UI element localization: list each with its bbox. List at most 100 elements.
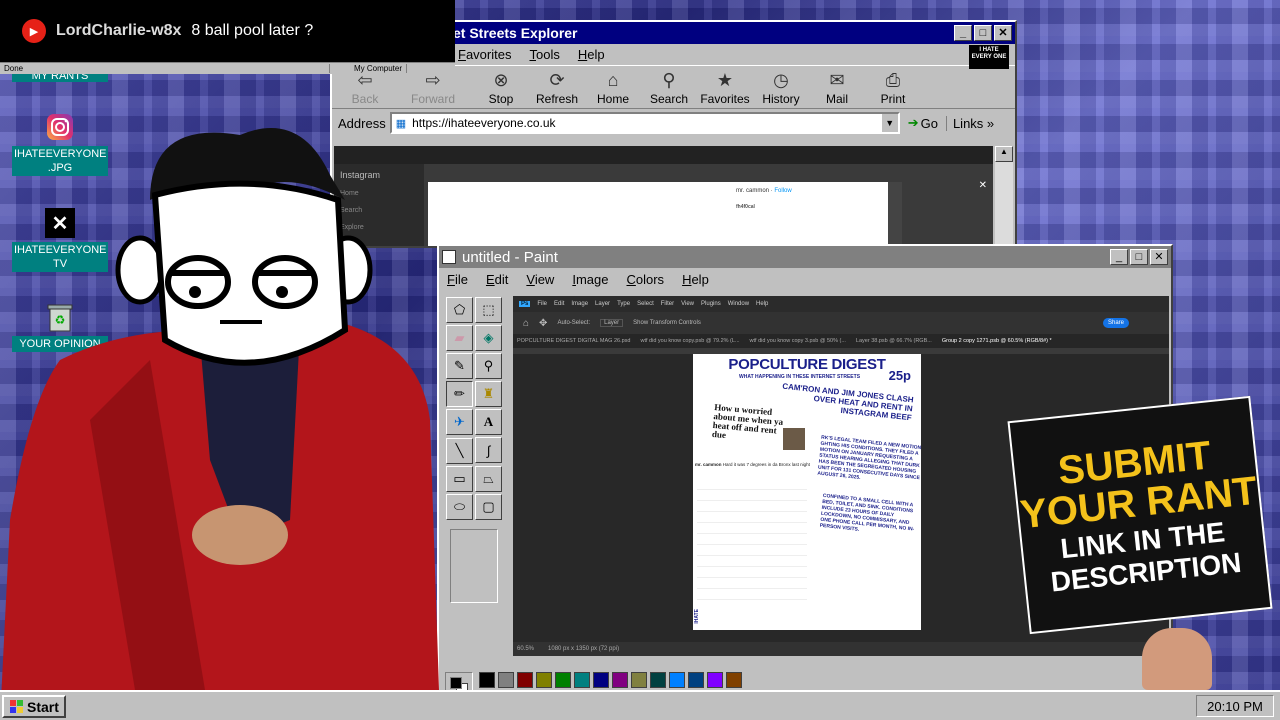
insta-comment: fh4f0cal xyxy=(736,204,755,210)
rect-select-icon[interactable]: ⬚ xyxy=(475,297,502,323)
paint-title-bar[interactable]: untitled - Paint _ □ ✕ xyxy=(439,246,1171,268)
ps-layer-select[interactable]: Layer xyxy=(600,319,624,327)
history-button[interactable]: ◷ History xyxy=(754,68,808,106)
print-button[interactable]: ⎙ Print xyxy=(866,68,920,106)
ps-menu-item[interactable]: File xyxy=(537,301,547,307)
brush-icon[interactable]: ♜ xyxy=(475,381,502,407)
rounded-rect-icon[interactable]: ▢ xyxy=(475,493,502,520)
stop-button[interactable]: ⊗ Stop xyxy=(474,68,528,106)
magazine-body-1: RK'S LEGAL TEAM FILED A NEW MOTION GHTIN… xyxy=(817,434,921,482)
home-button[interactable]: ⌂ Home xyxy=(586,68,640,106)
ps-menu-item[interactable]: Filter xyxy=(661,301,674,307)
windows-logo-icon xyxy=(10,700,23,713)
history-icon: ◷ xyxy=(773,70,789,90)
menu-edit[interactable]: Edit xyxy=(486,272,508,287)
color-swatch[interactable] xyxy=(498,672,514,688)
move-icon[interactable]: ✥ xyxy=(539,318,547,329)
minimize-button[interactable]: _ xyxy=(1110,249,1128,265)
ps-menubar: Ps File Edit Image Layer Type Select Filter Vie… xyxy=(513,296,1169,312)
ps-menu-item[interactable]: Help xyxy=(756,301,768,307)
browser-title: et Streets Explorer xyxy=(453,25,578,41)
start-label: Start xyxy=(27,698,59,715)
ps-menu-item[interactable]: Edit xyxy=(554,301,564,307)
maximize-button[interactable]: □ xyxy=(1130,249,1148,265)
fill-icon[interactable]: ◈ xyxy=(475,325,502,351)
browser-scrollbar[interactable]: ▲ xyxy=(995,146,1013,246)
color-swatch[interactable] xyxy=(631,672,647,688)
curve-icon[interactable]: ∫ xyxy=(475,437,502,463)
ps-transform-controls[interactable]: Show Transform Controls xyxy=(633,320,701,326)
close-button[interactable]: ✕ xyxy=(994,25,1012,41)
refresh-button[interactable]: ⟳ Refresh xyxy=(530,68,584,106)
magazine-price: 25p xyxy=(888,368,911,383)
insta-post-image xyxy=(888,182,902,246)
text-icon[interactable]: A xyxy=(475,409,502,435)
menu-view[interactable]: View xyxy=(526,272,554,287)
links-button[interactable]: Links » xyxy=(945,115,994,131)
refresh-icon: ⟳ xyxy=(549,70,565,90)
ps-tab-active[interactable]: Group 2 copy 1271.psb @ 60.5% (RGB/8#) * xyxy=(942,338,1052,344)
color-swatch[interactable] xyxy=(479,672,495,688)
color-swatch[interactable] xyxy=(707,672,723,688)
color-swatch[interactable] xyxy=(536,672,552,688)
mail-button[interactable]: ✉ Mail xyxy=(810,68,864,106)
ps-menu-item[interactable]: View xyxy=(681,301,694,307)
close-button[interactable]: ✕ xyxy=(1150,249,1168,265)
search-button[interactable]: ⚲ Search xyxy=(642,68,696,106)
home-icon: ⌂ xyxy=(607,70,619,90)
ps-menu-item[interactable]: Plugins xyxy=(701,301,721,307)
scroll-up-button[interactable]: ▲ xyxy=(995,146,1013,162)
magazine-comment: mr. cammon Hard it was 7 degrees in da B… xyxy=(695,462,810,467)
taskbar: Start 20:10 PM xyxy=(0,690,1280,720)
magazine-page: POPCULTURE DIGEST WHAT HAPPENING IN THES… xyxy=(693,354,921,630)
menu-colors[interactable]: Colors xyxy=(626,272,664,287)
ps-auto-select[interactable]: Auto-Select: xyxy=(557,320,590,326)
search-icon: ⚲ xyxy=(662,70,676,90)
hand xyxy=(192,505,288,565)
desktop-background: MY RANTS IHATEEVERYONE .JPG ✕ IHATEEVERY… xyxy=(0,0,1280,720)
ps-tab[interactable]: wtf did you know copy 3.psb @ 50% (... xyxy=(750,338,846,344)
ps-tab[interactable]: POPCULTURE DIGEST DIGITAL MAG 26.psd xyxy=(517,338,631,344)
ps-menu-item[interactable]: Layer xyxy=(595,301,610,307)
ps-docinfo: 1080 px x 1350 px (72 ppi) xyxy=(548,646,620,652)
go-button[interactable]: ➔ Go xyxy=(904,115,942,131)
ps-options-bar: ⌂ ✥ Auto-Select: Layer Show Transform Co… xyxy=(513,312,1169,334)
color-swatch[interactable] xyxy=(574,672,590,688)
menu-help[interactable]: Help xyxy=(578,47,605,62)
color-swatch[interactable] xyxy=(517,672,533,688)
sign-hand xyxy=(1142,628,1212,690)
color-swatch[interactable] xyxy=(593,672,609,688)
ps-zoom[interactable]: 60.5% xyxy=(517,646,534,652)
color-swatch[interactable] xyxy=(612,672,628,688)
start-button[interactable]: Start xyxy=(2,695,66,718)
favorites-button[interactable]: ★ Favorites xyxy=(698,68,752,106)
ps-menu-item[interactable]: Window xyxy=(728,301,749,307)
magazine-headline: CAM'RON AND JIM JONES CLASH OVER HEAT AN… xyxy=(781,381,915,423)
color-swatch[interactable] xyxy=(555,672,571,688)
ps-share-button[interactable]: Share xyxy=(1102,318,1129,328)
home-icon[interactable]: ⌂ xyxy=(523,318,529,329)
maximize-button[interactable]: □ xyxy=(974,25,992,41)
stop-icon: ⊗ xyxy=(493,70,509,90)
menu-image[interactable]: Image xyxy=(572,272,608,287)
ps-menu-item[interactable]: Type xyxy=(617,301,630,307)
ps-tab[interactable]: Layer 38.psb @ 66.7% (RGB... xyxy=(856,338,932,344)
mail-icon: ✉ xyxy=(829,70,845,90)
color-swatch[interactable] xyxy=(650,672,666,688)
magazine-body-2: CONFINED TO A SMALL CELL WITH A BED, TOI… xyxy=(819,492,915,533)
minimize-button[interactable]: _ xyxy=(954,25,972,41)
close-icon[interactable]: ✕ xyxy=(979,180,987,191)
color-swatch[interactable] xyxy=(669,672,685,688)
ps-logo: Ps xyxy=(519,301,531,307)
menu-tools[interactable]: Tools xyxy=(529,47,559,62)
magnifier-icon[interactable]: ⚲ xyxy=(475,353,502,379)
ps-menu-item[interactable]: Image xyxy=(571,301,588,307)
menu-help[interactable]: Help xyxy=(682,272,709,287)
ps-tab[interactable]: wtf did you know copy.psb @ 79.2% (L... xyxy=(641,338,740,344)
polygon-icon[interactable]: ⏢ xyxy=(475,465,502,492)
chevron-down-icon[interactable]: ▼ xyxy=(881,114,898,132)
color-swatch[interactable] xyxy=(688,672,704,688)
color-swatch[interactable] xyxy=(726,672,742,688)
ps-tabs: POPCULTURE DIGEST DIGITAL MAG 26.psd wtf … xyxy=(513,334,1169,348)
ps-menu-item[interactable]: Select xyxy=(637,301,654,307)
